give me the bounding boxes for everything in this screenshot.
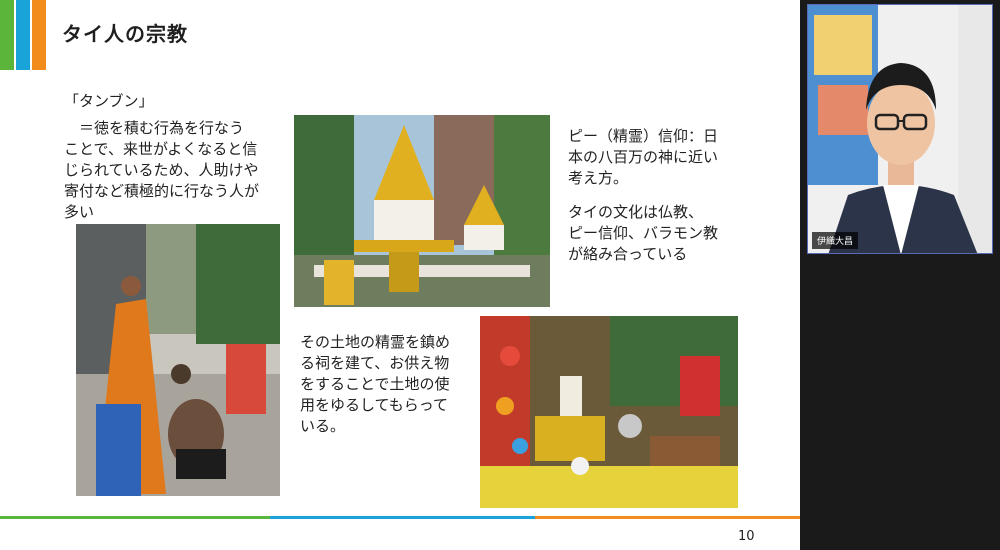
- offerings-photo: [480, 316, 738, 508]
- phi-belief-text: ピー（精霊）信仰：日 本の八百万の神に近い 考え方。: [568, 126, 718, 189]
- phi-line: ピー（精霊）信仰：日: [568, 127, 719, 145]
- accent-stripe-orange: [32, 0, 46, 70]
- shrine-line: をすることで土地の使: [300, 375, 450, 393]
- participant-name: 伊織大昌: [812, 232, 859, 249]
- culture-line: タイの文化は仏教、: [568, 203, 704, 221]
- tambun-line: じられているため、人助けや: [64, 161, 259, 179]
- phi-line: 考え方。: [568, 169, 629, 187]
- monk-alms-photo: [76, 224, 280, 496]
- shrine-line: その土地の精霊を鎮め: [300, 333, 451, 351]
- culture-line: が絡み合っている: [568, 245, 688, 263]
- shrine-line: る祠を建て、お供え物: [300, 354, 450, 372]
- accent-stripe-blue: [16, 0, 30, 70]
- tambun-line: 多い: [64, 203, 95, 221]
- tambun-line: ことで、来世がよくなると信: [64, 140, 258, 158]
- tambun-line: ＝徳を積む行為を行なう: [64, 119, 245, 137]
- tambun-line: 寄付など積極的に行なう人が: [64, 182, 260, 200]
- footer-line-blue: [270, 516, 535, 519]
- footer-line-green: [0, 516, 270, 519]
- phi-line: 本の八百万の神に近い: [568, 148, 719, 166]
- shrine-line: 用をゆるしてもらって: [300, 396, 449, 414]
- thai-culture-text: タイの文化は仏教、 ピー信仰、バラモン教 が絡み合っている: [568, 202, 718, 265]
- slide-title: タイ人の宗教: [62, 22, 188, 46]
- tambun-description: ＝徳を積む行為を行なう ことで、来世がよくなると信 じられているため、人助けや …: [64, 118, 259, 223]
- footer-line-orange: [535, 516, 800, 519]
- accent-stripe-green: [0, 0, 14, 70]
- participant-video[interactable]: [807, 4, 993, 254]
- culture-line: ピー信仰、バラモン教: [568, 224, 719, 242]
- presentation-slide: タイ人の宗教 「タンブン」 ＝徳を積む行為を行なう ことで、来世がよくなると信 …: [0, 0, 800, 550]
- spirit-house-photo: [294, 115, 550, 307]
- shrine-text: その土地の精霊を鎮め る祠を建て、お供え物 をすることで土地の使 用をゆるしても…: [300, 332, 450, 437]
- tambun-heading: 「タンブン」: [64, 92, 154, 110]
- page-number: 10: [738, 529, 755, 544]
- shrine-line: いる。: [300, 417, 346, 435]
- participant-avatar: [808, 5, 992, 253]
